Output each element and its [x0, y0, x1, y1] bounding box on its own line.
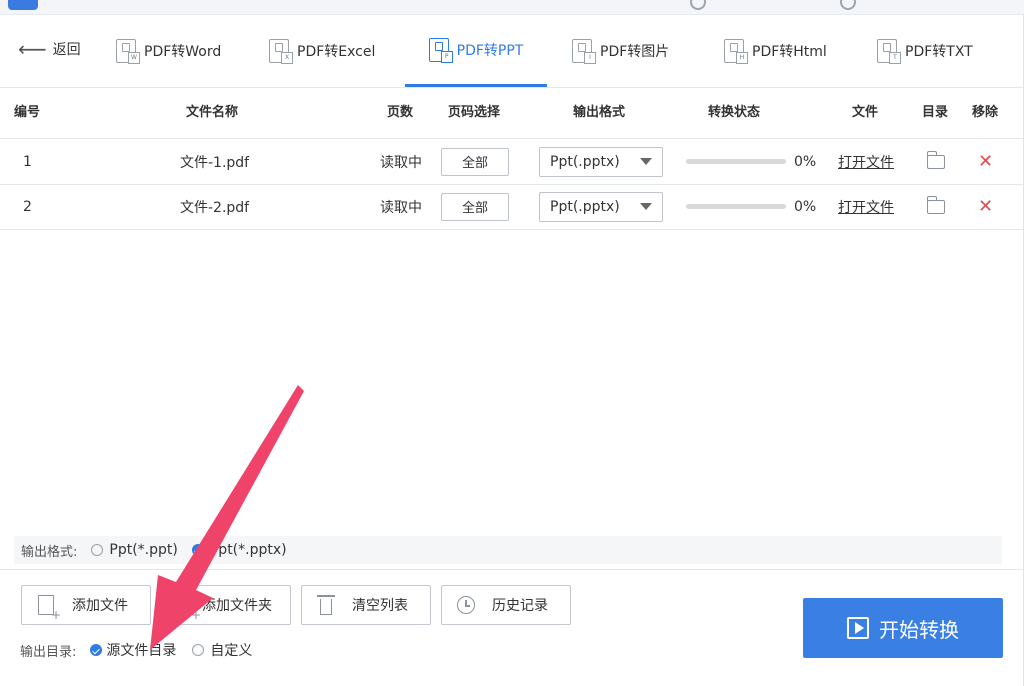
row-filename: 文件-2.pdf: [180, 199, 250, 216]
progress-bar: [686, 204, 786, 209]
clock-icon: [457, 596, 475, 614]
output-dir-bar: 输出目录: 源文件目录 自定义: [20, 640, 252, 660]
format-option-pptx[interactable]: Ppt(*.pptx): [191, 542, 287, 558]
pdf-txt-icon: T: [877, 39, 901, 64]
pdf-image-icon: I: [572, 39, 596, 64]
tab-pdf-to-word[interactable]: W PDF转Word: [116, 15, 221, 87]
radio-ppt[interactable]: [91, 544, 104, 556]
add-file-icon: [38, 595, 61, 622]
page-range-button[interactable]: 全部: [441, 192, 509, 221]
row-filename: 文件-1.pdf: [180, 154, 250, 171]
back-button[interactable]: ⟵ 返回: [18, 39, 81, 59]
format-option-ppt[interactable]: Ppt(*.ppt): [91, 542, 178, 558]
start-convert-button[interactable]: 开始转换: [803, 598, 1003, 658]
tab-pdf-to-ppt[interactable]: P PDF转PPT: [405, 15, 547, 87]
page-range-button[interactable]: 全部: [441, 147, 509, 176]
tab-pdf-to-html[interactable]: H PDF转Html: [724, 15, 827, 87]
row-pages: 读取中: [380, 199, 422, 216]
row-index: 2: [23, 198, 32, 215]
pdf-ppt-icon: P: [428, 37, 453, 63]
tab-pdf-to-image[interactable]: I PDF转图片: [572, 15, 669, 87]
row-pages: 读取中: [380, 154, 422, 171]
add-folder-icon: [178, 595, 201, 622]
pdf-word-icon: W: [116, 39, 140, 64]
pdf-html-icon: H: [724, 39, 748, 64]
pdf-excel-icon: X: [269, 39, 293, 64]
add-folder-button[interactable]: 添加文件夹: [161, 585, 291, 625]
header-remove: 移除: [972, 105, 999, 120]
header-dir: 目录: [922, 105, 949, 120]
radio-pptx[interactable]: [191, 544, 204, 556]
header-name: 文件名称: [186, 105, 239, 120]
back-label: 返回: [52, 42, 81, 58]
app-logo-icon: [8, 0, 38, 10]
row-index: 1: [23, 153, 32, 170]
header-file: 文件: [852, 105, 879, 120]
play-icon: [847, 617, 869, 639]
clear-list-button[interactable]: 清空列表: [301, 585, 431, 625]
window-control-icon[interactable]: [690, 0, 706, 10]
open-file-link[interactable]: 打开文件: [838, 197, 894, 217]
output-format-label: 输出格式:: [21, 544, 78, 560]
radio-source-dir[interactable]: [90, 644, 103, 656]
output-dir-label: 输出目录:: [20, 644, 77, 660]
header-pages: 页数: [387, 105, 414, 120]
tab-pdf-to-excel[interactable]: X PDF转Excel: [269, 15, 375, 87]
trash-icon: [317, 595, 335, 615]
close-icon[interactable]: ✕: [978, 151, 993, 172]
add-file-button[interactable]: 添加文件: [21, 585, 151, 625]
table-header: 编号 文件名称 页数 页码选择 输出格式 转换状态 文件 目录 移除: [0, 88, 1024, 139]
output-format-bar: 输出格式: Ppt(*.ppt) Ppt(*.pptx): [14, 536, 1002, 564]
dir-option-custom[interactable]: 自定义: [192, 640, 252, 660]
header-format: 输出格式: [573, 105, 626, 120]
chevron-down-icon: [640, 203, 652, 210]
output-format-select[interactable]: Ppt(.pptx): [539, 146, 663, 177]
table-row: 2 文件-2.pdf 读取中 全部 Ppt(.pptx) 0% 打开文件 ✕: [0, 184, 1024, 230]
close-icon[interactable]: ✕: [978, 196, 993, 217]
dir-option-source[interactable]: 源文件目录: [90, 640, 176, 660]
radio-custom-dir[interactable]: [192, 644, 205, 656]
header-range: 页码选择: [448, 105, 501, 120]
open-file-link[interactable]: 打开文件: [838, 152, 894, 172]
header-index: 编号: [14, 105, 41, 120]
folder-icon[interactable]: [926, 150, 945, 169]
tab-pdf-to-txt[interactable]: T PDF转TXT: [877, 15, 973, 87]
title-bar: [0, 0, 1024, 15]
window-control-icon[interactable]: [840, 0, 856, 10]
progress-bar: [686, 159, 786, 164]
progress-percent: 0%: [794, 153, 817, 170]
header-status: 转换状态: [708, 105, 761, 120]
output-format-select[interactable]: Ppt(.pptx): [539, 191, 663, 222]
converter-tabs: ⟵ 返回 W PDF转Word X PDF转Excel P PDF转PPT I …: [0, 15, 1024, 88]
progress-percent: 0%: [794, 198, 817, 215]
back-arrow-icon: ⟵: [18, 37, 47, 61]
table-row: 1 文件-1.pdf 读取中 全部 Ppt(.pptx) 0% 打开文件 ✕: [0, 139, 1024, 185]
chevron-down-icon: [640, 158, 652, 165]
history-button[interactable]: 历史记录: [441, 585, 571, 625]
folder-icon[interactable]: [926, 195, 945, 214]
divider: [0, 569, 1024, 570]
